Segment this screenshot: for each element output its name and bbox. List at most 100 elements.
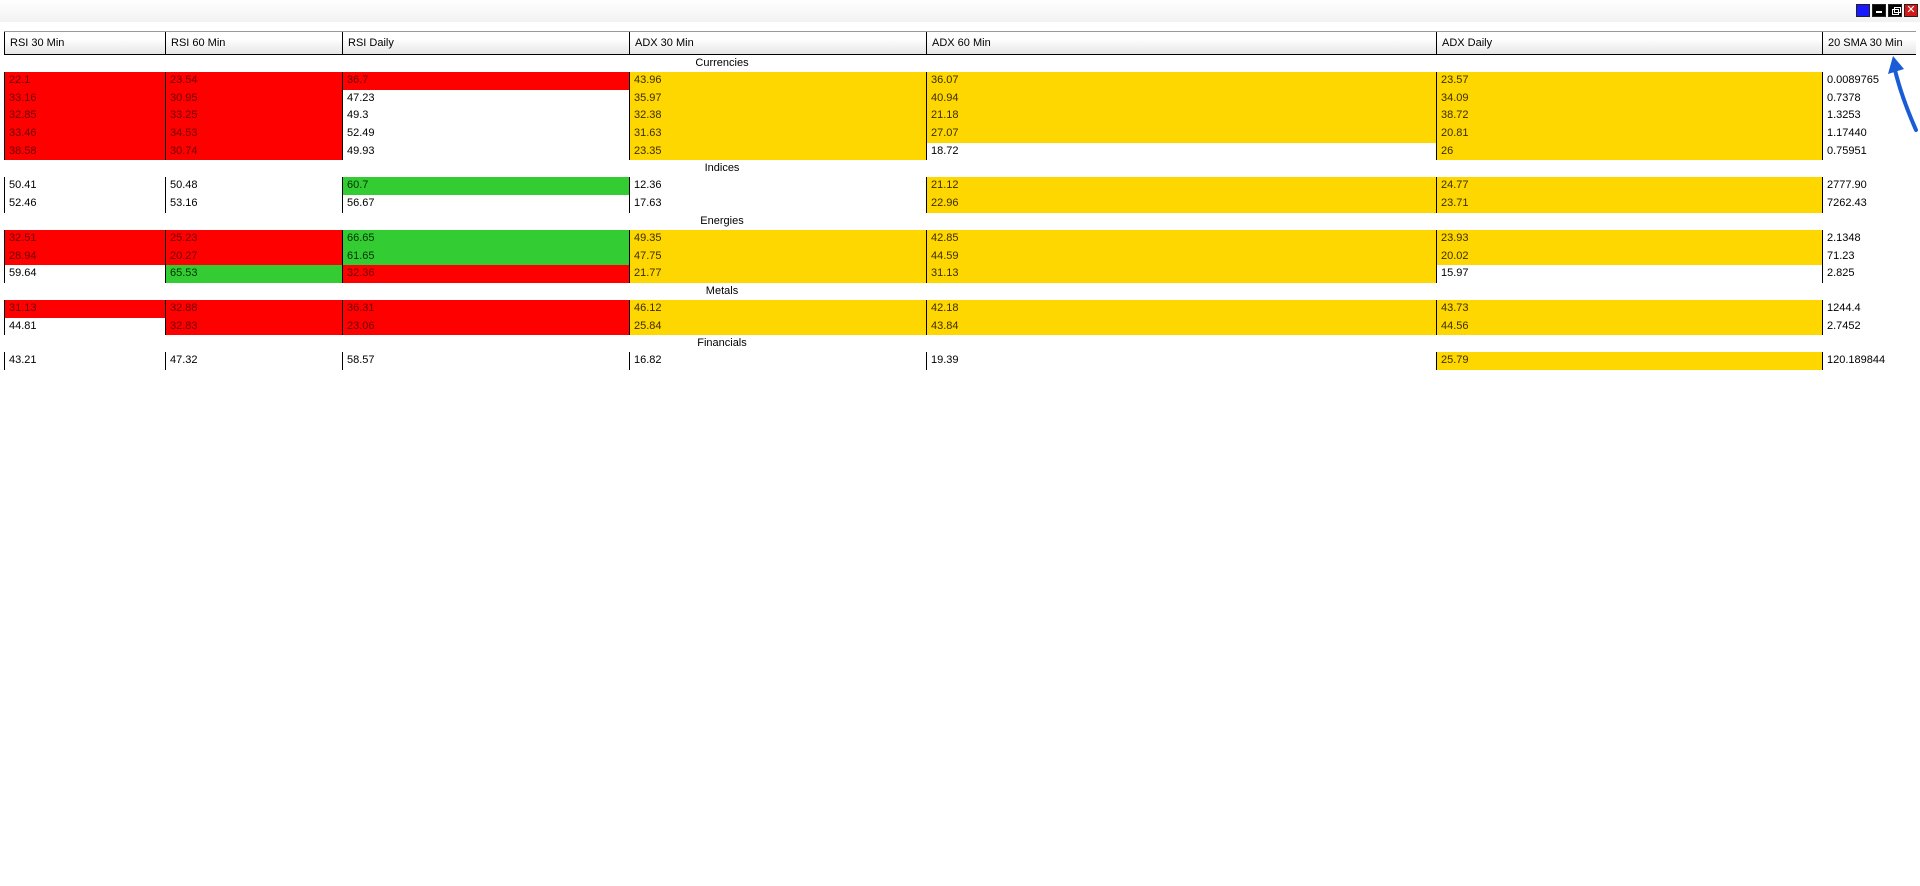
cell-rsi-30-min[interactable]: 33.46 (4, 125, 165, 143)
cell-adx-30-min[interactable]: 17.63 (629, 195, 926, 213)
cell-adx-daily[interactable]: 38.72 (1436, 107, 1822, 126)
cell-sma-20-30-min[interactable]: 2.7452 (1822, 317, 1916, 336)
cell-rsi-daily[interactable]: 56.67 (342, 195, 629, 213)
cell-adx-30-min[interactable]: 43.96 (629, 72, 926, 90)
table-row[interactable]: 31.13 32.88 36.31 46.12 42.18 43.73 1244.4 (4, 299, 1916, 318)
cell-rsi-60-min[interactable]: 30.74 (165, 142, 342, 161)
cell-adx-30-min[interactable]: 46.12 (629, 299, 926, 318)
cell-adx-daily[interactable]: 24.77 (1436, 177, 1822, 196)
cell-adx-30-min[interactable]: 16.82 (629, 352, 926, 370)
cell-rsi-daily[interactable]: 60.7 (342, 177, 629, 196)
cell-adx-daily[interactable]: 23.71 (1436, 195, 1822, 213)
table-row[interactable]: 59.64 65.53 32.36 21.77 31.13 15.97 2.825 (4, 265, 1916, 283)
cell-sma-20-30-min[interactable]: 2.825 (1822, 265, 1916, 283)
table-row[interactable]: 22.1 23.54 36.7 43.96 36.07 23.57 0.0089765 (4, 72, 1916, 90)
close-icon[interactable]: ✕ (1904, 4, 1918, 17)
restore-icon[interactable] (1888, 4, 1902, 17)
column-header-adx-daily[interactable]: ADX Daily (1436, 32, 1822, 54)
cell-adx-60-min[interactable]: 19.39 (926, 352, 1436, 370)
cell-rsi-30-min[interactable]: 31.13 (4, 299, 165, 318)
cell-sma-20-30-min[interactable]: 120.189844 (1822, 352, 1916, 370)
table-row[interactable]: 33.46 34.53 52.49 31.63 27.07 20.81 1.17440 (4, 125, 1916, 143)
cell-adx-daily[interactable]: 20.02 (1436, 247, 1822, 266)
cell-rsi-30-min[interactable]: 59.64 (4, 265, 165, 283)
table-row[interactable]: 32.51 25.23 66.65 49.35 42.85 23.93 2.1348 (4, 229, 1916, 248)
table-row[interactable]: 52.46 53.16 56.67 17.63 22.96 23.71 7262.43 (4, 195, 1916, 213)
cell-rsi-daily[interactable]: 49.3 (342, 107, 629, 126)
cell-rsi-30-min[interactable]: 50.41 (4, 177, 165, 196)
column-header-rsi-daily[interactable]: RSI Daily (342, 32, 629, 54)
cell-rsi-daily[interactable]: 52.49 (342, 125, 629, 143)
cell-rsi-daily[interactable]: 66.65 (342, 229, 629, 248)
cell-rsi-daily[interactable]: 36.7 (342, 72, 629, 90)
cell-adx-30-min[interactable]: 32.38 (629, 107, 926, 126)
cell-rsi-daily[interactable]: 47.23 (342, 89, 629, 108)
cell-adx-daily[interactable]: 15.97 (1436, 265, 1822, 283)
cell-sma-20-30-min[interactable]: 2777.90 (1822, 177, 1916, 196)
cell-adx-30-min[interactable]: 21.77 (629, 265, 926, 283)
cell-adx-60-min[interactable]: 21.12 (926, 177, 1436, 196)
cell-rsi-60-min[interactable]: 47.32 (165, 352, 342, 370)
cell-rsi-60-min[interactable]: 32.83 (165, 317, 342, 336)
cell-adx-60-min[interactable]: 43.84 (926, 317, 1436, 336)
cell-rsi-60-min[interactable]: 30.95 (165, 89, 342, 108)
column-header-rsi-60-min[interactable]: RSI 60 Min (165, 32, 342, 54)
cell-rsi-daily[interactable]: 49.93 (342, 142, 629, 161)
cell-rsi-30-min[interactable]: 43.21 (4, 352, 165, 370)
cell-sma-20-30-min[interactable]: 0.75951 (1822, 142, 1916, 161)
table-row[interactable]: 43.21 47.32 58.57 16.82 19.39 25.79 120.189844 (4, 352, 1916, 370)
color-swatch-icon[interactable] (1856, 4, 1870, 17)
cell-rsi-60-min[interactable]: 50.48 (165, 177, 342, 196)
table-row[interactable]: 50.41 50.48 60.7 12.36 21.12 24.77 2777.90 (4, 177, 1916, 196)
column-header-rsi-30-min[interactable]: RSI 30 Min (4, 32, 165, 54)
cell-sma-20-30-min[interactable]: 7262.43 (1822, 195, 1916, 213)
table-row[interactable]: 32.85 33.25 49.3 32.38 21.18 38.72 1.3253 (4, 107, 1916, 126)
cell-adx-30-min[interactable]: 47.75 (629, 247, 926, 266)
cell-rsi-60-min[interactable]: 25.23 (165, 229, 342, 248)
cell-rsi-daily[interactable]: 32.36 (342, 265, 629, 283)
cell-rsi-60-min[interactable]: 33.25 (165, 107, 342, 126)
column-header-adx-60-min[interactable]: ADX 60 Min (926, 32, 1436, 54)
cell-sma-20-30-min[interactable]: 1244.4 (1822, 299, 1916, 318)
table-row[interactable]: 28.94 20.27 61.65 47.75 44.59 20.02 71.23 (4, 247, 1916, 266)
cell-rsi-60-min[interactable]: 53.16 (165, 195, 342, 213)
cell-adx-daily[interactable]: 44.56 (1436, 317, 1822, 336)
cell-rsi-daily[interactable]: 36.31 (342, 299, 629, 318)
cell-adx-daily[interactable]: 25.79 (1436, 352, 1822, 370)
cell-adx-30-min[interactable]: 12.36 (629, 177, 926, 196)
table-row[interactable]: 38.58 30.74 49.93 23.35 18.72 26 0.75951 (4, 142, 1916, 161)
cell-rsi-30-min[interactable]: 22.1 (4, 72, 165, 90)
cell-adx-60-min[interactable]: 31.13 (926, 265, 1436, 283)
cell-adx-daily[interactable]: 26 (1436, 142, 1822, 161)
cell-rsi-30-min[interactable]: 38.58 (4, 142, 165, 161)
cell-sma-20-30-min[interactable]: 71.23 (1822, 247, 1916, 266)
cell-adx-30-min[interactable]: 23.35 (629, 142, 926, 161)
minimize-icon[interactable] (1872, 4, 1886, 17)
cell-rsi-30-min[interactable]: 32.51 (4, 229, 165, 248)
cell-adx-30-min[interactable]: 35.97 (629, 89, 926, 108)
cell-adx-30-min[interactable]: 49.35 (629, 229, 926, 248)
cell-rsi-daily[interactable]: 23.06 (342, 317, 629, 336)
cell-adx-daily[interactable]: 23.93 (1436, 229, 1822, 248)
table-row[interactable]: 33.16 30.95 47.23 35.97 40.94 34.09 0.7378 (4, 89, 1916, 108)
cell-sma-20-30-min[interactable]: 2.1348 (1822, 229, 1916, 248)
cell-rsi-30-min[interactable]: 32.85 (4, 107, 165, 126)
cell-adx-60-min[interactable]: 27.07 (926, 125, 1436, 143)
cell-rsi-60-min[interactable]: 20.27 (165, 247, 342, 266)
cell-rsi-30-min[interactable]: 52.46 (4, 195, 165, 213)
cell-adx-60-min[interactable]: 42.18 (926, 299, 1436, 318)
cell-adx-daily[interactable]: 23.57 (1436, 72, 1822, 90)
cell-rsi-60-min[interactable]: 23.54 (165, 72, 342, 90)
table-row[interactable]: 44.81 32.83 23.06 25.84 43.84 44.56 2.7452 (4, 317, 1916, 336)
cell-rsi-60-min[interactable]: 65.53 (165, 265, 342, 283)
cell-adx-60-min[interactable]: 40.94 (926, 89, 1436, 108)
cell-adx-30-min[interactable]: 31.63 (629, 125, 926, 143)
cell-rsi-30-min[interactable]: 33.16 (4, 89, 165, 108)
cell-rsi-60-min[interactable]: 32.88 (165, 299, 342, 318)
column-header-adx-30-min[interactable]: ADX 30 Min (629, 32, 926, 54)
cell-rsi-60-min[interactable]: 34.53 (165, 125, 342, 143)
cell-adx-60-min[interactable]: 42.85 (926, 229, 1436, 248)
column-header-sma-20-30-min[interactable]: 20 SMA 30 Min (1822, 32, 1916, 54)
cell-adx-60-min[interactable]: 22.96 (926, 195, 1436, 213)
cell-adx-60-min[interactable]: 44.59 (926, 247, 1436, 266)
